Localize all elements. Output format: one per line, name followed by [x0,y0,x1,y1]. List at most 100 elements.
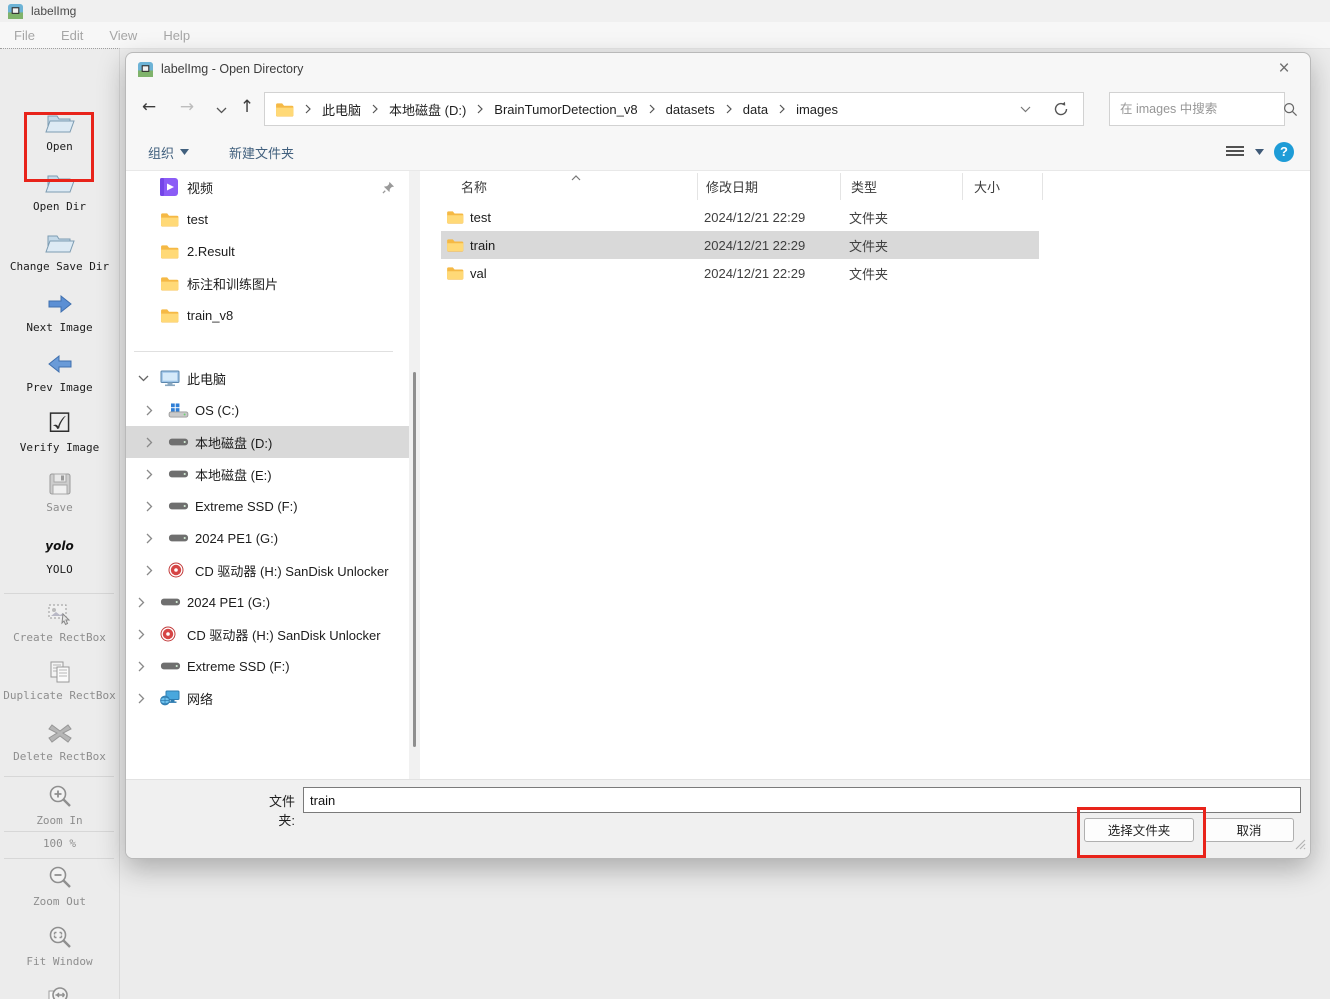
tree-item-cd-drive-h-root[interactable]: CD 驱动器 (H:) SanDisk Unlocker [126,618,409,650]
app-window: labelImg File Edit View Help Open Open D… [0,0,1330,999]
tree-item-test[interactable]: test [126,203,409,235]
close-icon[interactable]: × [1272,57,1296,81]
file-row-train[interactable]: train 2024/12/21 22:29 文件夹 [441,231,1039,259]
folder-icon [160,308,182,323]
drive-icon [168,469,190,479]
zoom-out-label: Zoom Out [33,895,86,908]
tree-item-videos[interactable]: 视频 [126,171,409,203]
resize-grip[interactable] [1295,837,1306,855]
file-date: 2024/12/21 22:29 [696,266,839,281]
tree-item-label: OS (C:) [195,403,239,418]
zoom-in-icon [47,783,73,811]
create-rectbox-label: Create RectBox [13,631,106,644]
address-bar[interactable]: 此电脑 本地磁盘 (D:) BrainTumorDetection_v8 dat… [264,92,1084,126]
verify-image-button[interactable]: ☑ Verify Image [0,410,119,454]
file-row-test[interactable]: test 2024/12/21 22:29 文件夹 [441,203,1039,231]
tree-item-this-pc[interactable]: 此电脑 [126,362,409,394]
tree-item-cd-drive-h[interactable]: CD 驱动器 (H:) SanDisk Unlocker [126,554,409,586]
breadcrumb-images[interactable]: images [796,102,838,117]
chevron-collapsed-icon[interactable] [146,437,168,448]
tree-item-2024-pe1-g-root[interactable]: 2024 PE1 (G:) [126,586,409,618]
scrollbar-thumb[interactable] [413,372,416,747]
menu-view[interactable]: View [109,28,137,43]
chevron-expanded-icon[interactable] [138,375,160,382]
chevron-collapsed-icon[interactable] [146,533,168,544]
chevron-collapsed-icon[interactable] [138,629,160,640]
chevron-collapsed-icon[interactable] [138,661,160,672]
back-button[interactable]: ← [136,94,162,120]
dialog-titlebar[interactable]: labelImg - Open Directory × [126,53,1310,85]
drive-icon [168,437,190,447]
tree-item-label: Extreme SSD (F:) [187,659,290,674]
file-date: 2024/12/21 22:29 [696,210,839,225]
search-box[interactable] [1109,92,1285,126]
toolbar-divider [4,776,114,777]
chevron-collapsed-icon[interactable] [146,469,168,480]
pin-icon [382,181,395,194]
breadcrumb-this-pc[interactable]: 此电脑 [322,100,361,119]
tree-item-drive-d[interactable]: 本地磁盘 (D:) [126,426,409,458]
tree-item-label: 本地磁盘 (E:) [195,465,272,484]
menu-file[interactable]: File [14,28,35,43]
red-annotation-box-open-dir [24,112,94,182]
help-icon[interactable]: ? [1274,142,1294,162]
menu-help[interactable]: Help [163,28,190,43]
tree-scrollbar[interactable] [409,171,420,781]
drive-icon [168,501,190,511]
prev-image-button[interactable]: Prev Image [0,350,119,394]
tree-item-2result[interactable]: 2.Result [126,235,409,267]
view-mode-chevron-icon[interactable] [1255,149,1264,155]
up-button[interactable]: ↑ [234,94,260,120]
breadcrumb-separator-icon [477,104,483,114]
tree-item-annotation-images[interactable]: 标注和训练图片 [126,267,409,299]
column-header-name[interactable]: 名称 [421,173,698,200]
folder-icon [160,212,182,227]
file-row-val[interactable]: val 2024/12/21 22:29 文件夹 [441,259,1039,287]
arrow-left-icon [47,350,73,378]
change-save-dir-label: Change Save Dir [10,260,109,273]
column-header-date[interactable]: 修改日期 [698,173,841,200]
column-header-type[interactable]: 类型 [841,173,963,200]
tree-item-train-v8[interactable]: train_v8 [126,299,409,331]
prev-image-label: Prev Image [26,381,92,394]
zoom-out-icon [47,864,73,892]
chevron-collapsed-icon[interactable] [138,597,160,608]
view-mode-icon[interactable] [1225,145,1245,159]
tree-item-extreme-ssd-f[interactable]: Extreme SSD (F:) [126,490,409,522]
chevron-collapsed-icon[interactable] [138,693,160,704]
recent-locations-chevron-icon[interactable] [208,94,234,122]
organize-label: 组织 [148,143,174,162]
chevron-collapsed-icon[interactable] [146,501,168,512]
file-type: 文件夹 [839,208,961,227]
tree-item-drive-e[interactable]: 本地磁盘 (E:) [126,458,409,490]
chevron-collapsed-icon[interactable] [146,405,168,416]
breadcrumb-drive-d[interactable]: 本地磁盘 (D:) [389,100,466,119]
tree-item-2024-pe1-g[interactable]: 2024 PE1 (G:) [126,522,409,554]
next-image-button[interactable]: Next Image [0,290,119,334]
delete-rectbox-button: Delete RectBox [0,719,119,763]
tree-item-drive-c[interactable]: OS (C:) [126,394,409,426]
search-input[interactable] [1110,101,1283,117]
tree-item-network[interactable]: 网络 [126,682,409,714]
search-icon[interactable] [1283,102,1298,117]
refresh-icon[interactable] [1053,101,1069,117]
new-folder-button[interactable]: 新建文件夹 [229,143,294,162]
change-save-dir-button[interactable]: Change Save Dir [0,229,119,273]
menu-edit[interactable]: Edit [61,28,83,43]
tree-item-label: 此电脑 [187,369,226,388]
yolo-format-toggle[interactable]: yolo YOLO [0,532,119,576]
cancel-button[interactable]: 取消 [1204,818,1294,842]
address-dropdown-chevron-icon[interactable] [1020,106,1031,113]
open-folder-icon [45,229,75,257]
folder-icon [275,102,294,117]
tree-item-extreme-ssd-f-root[interactable]: Extreme SSD (F:) [126,650,409,682]
open-directory-dialog: labelImg - Open Directory × ← → ↑ 此电脑 本地… [125,52,1311,859]
column-header-size[interactable]: 大小 [963,173,1043,200]
folder-icon [446,210,464,224]
breadcrumb-braintumordetection[interactable]: BrainTumorDetection_v8 [494,102,637,117]
breadcrumb-datasets[interactable]: datasets [666,102,715,117]
chevron-collapsed-icon[interactable] [146,565,168,576]
delete-rectbox-label: Delete RectBox [13,750,106,763]
organize-button[interactable]: 组织 [148,143,189,162]
breadcrumb-data[interactable]: data [743,102,768,117]
